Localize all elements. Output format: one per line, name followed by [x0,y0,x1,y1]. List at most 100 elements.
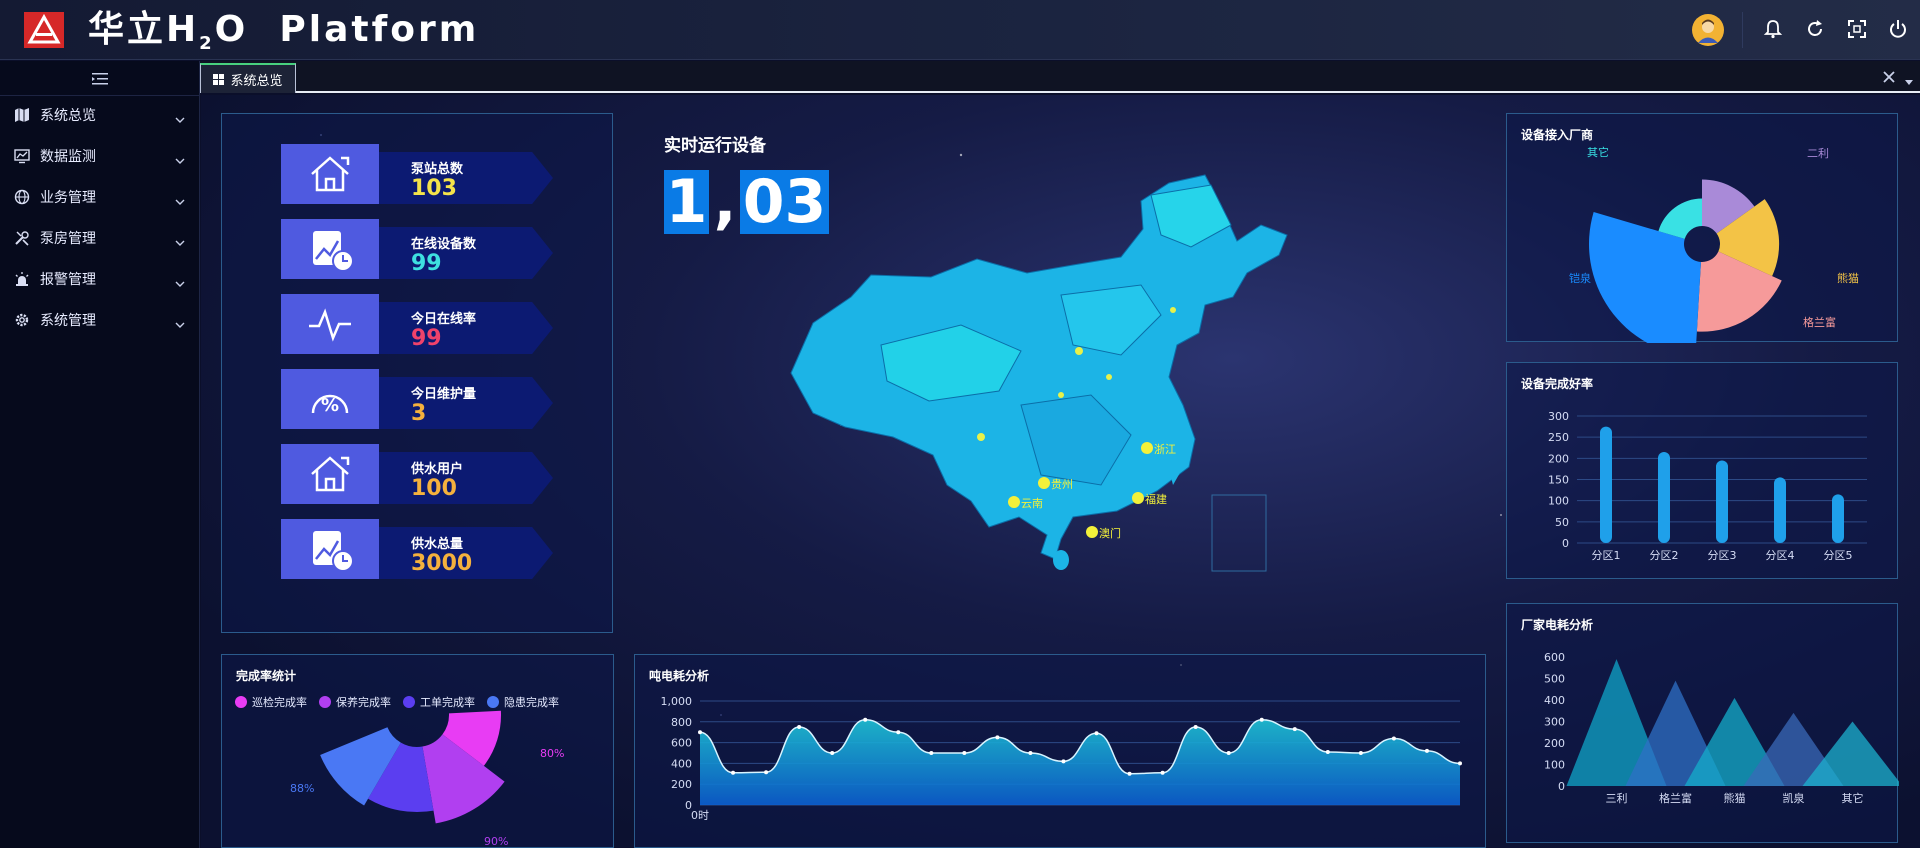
sidebar: 系统总览 数据监测 业务管理 泵房管理 报警管理 系统管理 [0,61,200,848]
data-point [863,717,868,722]
chevron-down-icon [175,315,185,328]
x-tick-label: 熊猫 [1724,791,1746,805]
windows-icon [213,73,225,85]
globe-icon [14,189,30,205]
data-point [1028,751,1033,755]
stat-card-maintenance: % 今日维护量 3 [281,369,557,431]
sidebar-item-business[interactable]: 业务管理 [0,177,199,217]
chevron-down-icon [175,192,185,205]
sidebar-item-pump-room[interactable]: 泵房管理 [0,218,199,258]
stat-value: 99 [411,251,442,276]
brand-logo [24,12,64,48]
china-map[interactable]: 浙江 福建 贵州 云南 澳门 [761,155,1461,595]
legend-label: 保养完成率 [336,695,391,709]
stat-label: 今日维护量 [411,387,477,402]
close-all-tabs-icon[interactable] [1882,69,1896,83]
header-separator [1742,12,1743,48]
sidebar-item-label: 泵房管理 [40,231,96,247]
app-title: 华立H2O Platform [88,9,480,55]
bell-icon[interactable] [1762,18,1784,40]
y-tick-label: 500 [1544,673,1565,686]
stat-value: 100 [411,476,457,501]
pie-label: 熊猫 [1837,271,1859,285]
stat-label: 供水总量 [411,537,464,552]
data-point [1325,749,1330,754]
tab-label: 系统总览 [230,73,283,89]
stat-card-water-users: 供水用户 100 [281,444,557,506]
data-point [995,735,1000,740]
stats-panel: 泵站总数 103 在线设备数 99 今日在线率 99 % 今日维护量 3 供水用户 100… [221,113,613,633]
user-avatar[interactable] [1692,14,1724,46]
stat-card-water-total: 供水总量 3000 [281,519,557,581]
gauge-percent-icon: % [281,369,379,429]
tab-overview[interactable]: 系统总览 [200,63,296,93]
sidebar-item-data-monitoring[interactable]: 数据监测 [0,136,199,176]
x-tick-label: 三利 [1606,792,1628,805]
y-tick-label: 400 [671,757,692,770]
sidebar-item-label: 业务管理 [40,190,96,206]
y-tick-label: 150 [1548,474,1569,487]
stat-card-pump-stations: 泵站总数 103 [281,144,557,206]
completion-panel: 完成率统计 巡检完成率 保养完成率 工单完成率 隐患完成率 80% 90% 88% [221,654,614,848]
data-point [1424,748,1429,753]
y-tick-label: 800 [671,716,692,729]
sidebar-item-label: 系统总览 [40,108,96,124]
dashboard-content: 泵站总数 103 在线设备数 99 今日在线率 99 % 今日维护量 3 供水用户 100… [201,95,1920,848]
y-tick-label: 0 [1562,537,1569,550]
caret-down-icon[interactable] [1904,72,1914,85]
data-point [797,725,802,729]
refresh-icon[interactable] [1804,18,1826,40]
stat-card-online-rate: 今日在线率 99 [281,294,557,356]
data-point [1061,759,1066,764]
bar [1716,460,1728,543]
data-point [929,751,934,755]
realtime-devices-title: 实时运行设备 [664,136,766,156]
realtime-digit-separator: , [713,167,737,237]
y-tick-label: 100 [1548,495,1569,508]
map-label: 贵州 [1051,478,1073,491]
home-icon [281,444,379,504]
ton-energy-area-chart: 02004006008001,0000时 [661,695,1462,822]
stat-label: 供水用户 [411,462,464,477]
completion-rose-chart: 巡检完成率 保养完成率 工单完成率 隐患完成率 80% 90% 88% [235,695,564,848]
x-tick-label: 0时 [691,809,709,822]
sidebar-item-alarm[interactable]: 报警管理 [0,259,199,299]
legend-marker [235,696,247,708]
sidebar-item-label: 数据监测 [40,149,96,165]
power-icon[interactable] [1887,18,1909,40]
chevron-down-icon [175,274,185,287]
y-tick-label: 1,000 [661,695,693,708]
tools-icon [14,230,30,246]
sidebar-item-label: 系统管理 [40,313,96,329]
data-point [1193,725,1198,729]
menu-collapse-icon[interactable] [92,71,108,85]
sidebar-item-system[interactable]: 系统管理 [0,300,199,340]
data-point [1292,727,1297,732]
x-tick-label: 分区4 [1766,549,1795,562]
x-tick-label: 分区1 [1592,549,1621,562]
fullscreen-icon[interactable] [1846,18,1868,40]
realtime-digit: 1 [664,167,709,237]
data-point [1226,751,1231,755]
value-label: 80% [540,747,564,760]
ton-energy-panel: 吨电耗分析 0 200 400 600 800 1,000 0时 [634,654,1486,848]
rate-bar-chart: 0 50 100 150 200 250 300 分区1 分区2 分区3 分区4 分区5 [1548,410,1867,562]
data-point [1458,761,1462,766]
y-tick-label: 200 [1544,737,1565,750]
chevron-down-icon [175,233,185,246]
x-tick-label: 分区5 [1824,549,1853,562]
data-point [1391,736,1396,741]
legend-marker [319,696,331,708]
data-point [1127,771,1132,776]
stat-label: 泵站总数 [411,162,464,177]
stat-label: 在线设备数 [411,237,477,252]
bar [1658,451,1670,543]
bar [1832,494,1844,543]
x-tick-label: 分区3 [1708,549,1737,562]
y-tick-label: 300 [1548,410,1569,423]
map-icon [14,107,30,123]
pie-label: 其它 [1587,145,1609,159]
data-point [698,730,702,735]
sidebar-item-overview[interactable]: 系统总览 [0,95,199,135]
chevron-down-icon [175,151,185,164]
